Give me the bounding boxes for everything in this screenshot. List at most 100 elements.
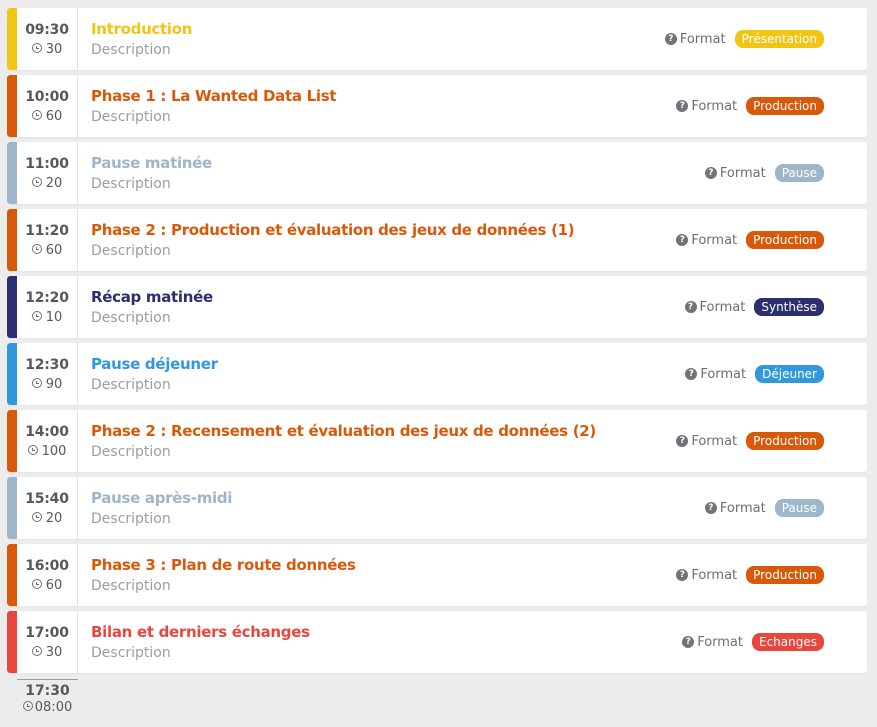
question-circle-icon[interactable]: ? <box>684 301 697 313</box>
agenda-item-bilan[interactable]: 17:00 30 Bilan et derniers échanges Desc… <box>7 611 867 673</box>
format-info: ? Format Pause <box>704 164 824 182</box>
item-content: Phase 2 : Production et évaluation des j… <box>91 209 575 259</box>
duration: 60 <box>17 578 77 593</box>
item-description: Description <box>91 645 171 661</box>
clock-icon <box>27 445 38 455</box>
item-content: Phase 3 : Plan de route données Descript… <box>91 544 567 594</box>
item-title[interactable]: Phase 3 : Plan de route données <box>91 556 567 574</box>
category-color-bar <box>7 209 17 271</box>
duration-value: 30 <box>45 645 63 660</box>
format-info: ? Format Déjeuner <box>685 365 824 383</box>
end-time: 17:30 <box>25 683 70 699</box>
format-badge: Déjeuner <box>755 365 824 383</box>
duration-value: 90 <box>45 377 63 392</box>
item-title[interactable]: Phase 2 : Production et évaluation des j… <box>91 221 575 239</box>
agenda-item-introduction[interactable]: 09:30 30 Introduction Description ? Form… <box>7 8 867 70</box>
clock-icon <box>31 646 42 656</box>
item-content: Introduction Description <box>91 8 567 58</box>
question-circle-icon[interactable]: ? <box>704 167 717 179</box>
format-info: ? Format Production <box>676 231 824 249</box>
format-info: ? Format Production <box>676 432 824 450</box>
agenda-item-phase-2-recensement[interactable]: 14:00 100 Phase 2 : Recensement et évalu… <box>7 410 867 472</box>
item-description: Description <box>91 444 171 460</box>
duration-value: 10 <box>45 310 63 325</box>
question-circle-icon[interactable]: ? <box>676 100 689 112</box>
item-title[interactable]: Introduction <box>91 20 567 38</box>
item-title[interactable]: Phase 1 : La Wanted Data List <box>91 87 567 105</box>
agenda-item-phase-3[interactable]: 16:00 60 Phase 3 : Plan de route données… <box>7 544 867 606</box>
category-color-bar <box>7 611 17 673</box>
item-description: Description <box>91 310 171 326</box>
format-label: Format <box>691 567 738 583</box>
item-content: Pause matinée Description <box>91 142 567 192</box>
item-content: Pause après-midi Description <box>91 477 567 527</box>
question-circle-icon[interactable]: ? <box>676 569 689 581</box>
time-column: 16:00 60 <box>17 544 78 606</box>
item-description: Description <box>91 109 171 125</box>
item-title[interactable]: Pause après-midi <box>91 489 567 507</box>
category-color-bar <box>7 544 17 606</box>
agenda-item-phase-2-production[interactable]: 11:20 60 Phase 2 : Production et évaluat… <box>7 209 867 271</box>
start-time: 11:20 <box>25 223 69 239</box>
duration-value: 60 <box>45 578 63 593</box>
duration-value: 60 <box>45 243 63 258</box>
category-color-bar <box>7 410 17 472</box>
category-color-bar <box>7 343 17 405</box>
item-title[interactable]: Récap matinée <box>91 288 567 306</box>
agenda-item-phase-1[interactable]: 10:00 60 Phase 1 : La Wanted Data List D… <box>7 75 867 137</box>
format-label: Format <box>691 232 738 248</box>
question-circle-icon[interactable]: ? <box>704 502 717 514</box>
format-badge: Echanges <box>752 633 824 651</box>
format-label: Format <box>679 31 726 47</box>
item-description: Description <box>91 42 171 58</box>
agenda-end: 17:30 08:00 <box>17 679 78 715</box>
duration-value: 100 <box>41 444 67 459</box>
item-title[interactable]: Phase 2 : Recensement et évaluation des … <box>91 422 596 440</box>
clock-icon <box>31 244 42 254</box>
category-color-bar <box>7 276 17 338</box>
category-color-bar <box>7 8 17 70</box>
category-color-bar <box>7 142 17 204</box>
agenda-item-recap-matinee[interactable]: 12:20 10 Récap matinée Description ? For… <box>7 276 867 338</box>
start-time: 17:00 <box>25 625 69 641</box>
format-info: ? Format Echanges <box>682 633 824 651</box>
time-column: 17:00 30 <box>17 611 78 673</box>
duration: 60 <box>17 109 77 124</box>
question-circle-icon[interactable]: ? <box>676 435 689 447</box>
format-badge: Pause <box>774 164 824 182</box>
agenda-item-pause-dejeuner[interactable]: 12:30 90 Pause déjeuner Description ? Fo… <box>7 343 867 405</box>
format-label: Format <box>691 98 738 114</box>
question-circle-icon[interactable]: ? <box>664 33 677 45</box>
start-time: 09:30 <box>25 22 69 38</box>
item-description: Description <box>91 377 171 393</box>
clock-icon <box>31 378 42 388</box>
start-time: 14:00 <box>25 424 69 440</box>
format-label: Format <box>719 165 766 181</box>
clock-icon <box>31 43 42 53</box>
question-circle-icon[interactable]: ? <box>676 234 689 246</box>
clock-icon <box>31 177 42 187</box>
item-content: Bilan et derniers échanges Description <box>91 611 567 661</box>
start-time: 15:40 <box>25 491 69 507</box>
start-time: 12:30 <box>25 357 69 373</box>
total-duration-value: 08:00 <box>34 700 73 715</box>
item-content: Récap matinée Description <box>91 276 567 326</box>
agenda-item-pause-matinee[interactable]: 11:00 20 Pause matinée Description ? For… <box>7 142 867 204</box>
item-description: Description <box>91 243 171 259</box>
duration: 100 <box>17 444 77 459</box>
category-color-bar <box>7 477 17 539</box>
item-title[interactable]: Pause déjeuner <box>91 355 567 373</box>
total-duration: 08:00 <box>17 700 78 715</box>
duration-value: 60 <box>45 109 63 124</box>
question-circle-icon[interactable]: ? <box>682 636 695 648</box>
format-info: ? Format Pause <box>704 499 824 517</box>
format-info: ? Format Production <box>676 97 824 115</box>
question-circle-icon[interactable]: ? <box>685 368 698 380</box>
start-time: 11:00 <box>25 156 69 172</box>
duration: 10 <box>17 310 77 325</box>
item-description: Description <box>91 511 171 527</box>
agenda-item-pause-apres-midi[interactable]: 15:40 20 Pause après-midi Description ? … <box>7 477 867 539</box>
item-title[interactable]: Pause matinée <box>91 154 567 172</box>
duration: 60 <box>17 243 77 258</box>
item-title[interactable]: Bilan et derniers échanges <box>91 623 567 641</box>
